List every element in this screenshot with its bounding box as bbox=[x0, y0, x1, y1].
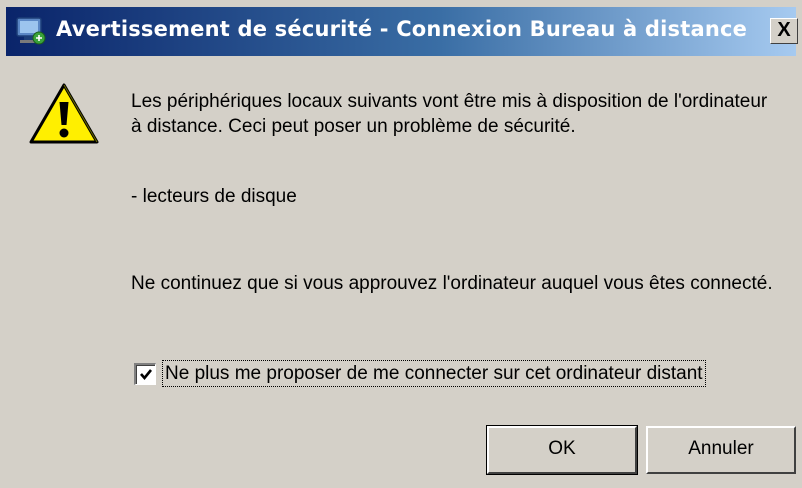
dont-ask-again-checkbox[interactable] bbox=[134, 363, 156, 385]
security-warning-dialog: Avertissement de sécurité - Connexion Bu… bbox=[0, 0, 802, 488]
ok-button[interactable]: OK bbox=[486, 425, 638, 475]
device-list: - lecteurs de disque bbox=[131, 186, 297, 207]
approval-message: Ne continuez que si vous approuvez l'ord… bbox=[131, 273, 773, 294]
close-button[interactable]: X bbox=[770, 18, 798, 44]
remote-desktop-icon bbox=[16, 17, 46, 45]
ok-button-label: OK bbox=[548, 438, 576, 459]
cancel-button-label: Annuler bbox=[688, 438, 754, 459]
checkmark-icon bbox=[140, 369, 153, 381]
window-title: Avertissement de sécurité - Connexion Bu… bbox=[56, 17, 748, 41]
warning-message: Les périphériques locaux suivants vont ê… bbox=[131, 91, 768, 137]
dont-ask-again-label[interactable]: Ne plus me proposer de me connecter sur … bbox=[162, 360, 706, 387]
title-bar: Avertissement de sécurité - Connexion Bu… bbox=[0, 0, 802, 62]
warning-icon bbox=[29, 83, 99, 144]
close-icon: X bbox=[777, 19, 791, 41]
cancel-button[interactable]: Annuler bbox=[646, 426, 796, 474]
